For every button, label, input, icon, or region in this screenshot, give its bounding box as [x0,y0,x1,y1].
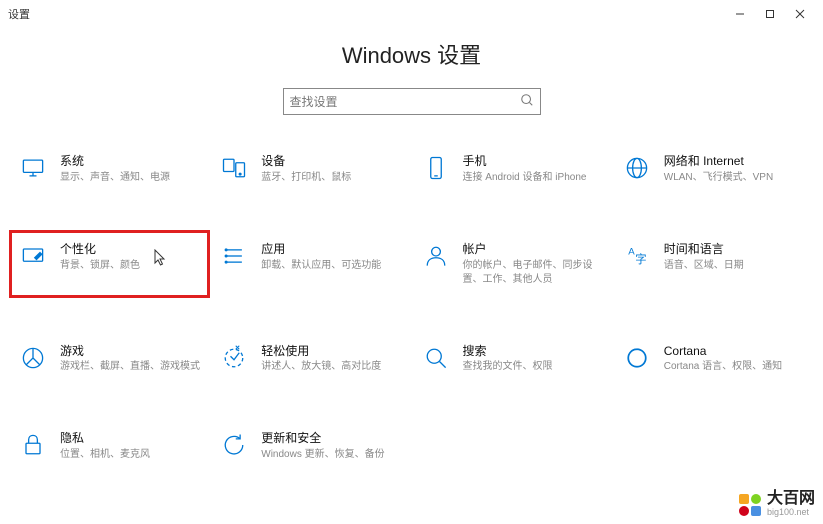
tile-title: 游戏 [60,343,200,360]
tile-search[interactable]: 搜索查找我的文件、权限 [417,337,608,381]
window-controls [725,2,815,26]
system-icon [18,153,48,183]
svg-text:A: A [628,246,635,257]
tile-desc: 位置、相机、麦克风 [60,448,150,462]
tile-desc: 背景、锁屏、颜色 [60,259,140,273]
watermark-main: 大百网 [767,491,815,507]
titlebar: 设置 [0,0,823,28]
tile-ease[interactable]: 轻松使用讲述人、放大镜、高对比度 [215,337,406,381]
search-input[interactable] [290,95,520,109]
tile-text: 帐户你的帐户、电子邮件、同步设置、工作、其他人员 [463,241,604,287]
tile-text: 隐私位置、相机、麦克风 [60,430,150,462]
time-icon: A字 [622,241,652,271]
privacy-icon [18,430,48,460]
tile-text: CortanaCortana 语言、权限、通知 [664,343,782,375]
svg-text:字: 字 [635,252,646,266]
tile-title: 隐私 [60,430,150,447]
tile-title: 时间和语言 [664,241,744,258]
tile-text: 网络和 InternetWLAN、飞行模式、VPN [664,153,773,185]
gaming-icon [18,343,48,373]
tile-privacy[interactable]: 隐私位置、相机、麦克风 [14,424,205,468]
tile-apps[interactable]: 应用卸载、默认应用、可选功能 [215,235,406,293]
tile-desc: 语音、区域、日期 [664,259,744,273]
tile-devices[interactable]: 设备蓝牙、打印机、鼠标 [215,147,406,191]
tile-cortana[interactable]: CortanaCortana 语言、权限、通知 [618,337,809,381]
network-icon [622,153,652,183]
phone-icon [421,153,451,183]
tile-title: 网络和 Internet [664,153,773,170]
page-title: Windows 设置 [0,38,823,70]
search-region [0,88,823,115]
tile-text: 时间和语言语音、区域、日期 [664,241,744,273]
watermark-logo-icon [739,494,761,516]
maximize-button[interactable] [755,2,785,26]
tile-time[interactable]: A字时间和语言语音、区域、日期 [618,235,809,293]
tile-desc: 游戏栏、截屏、直播、游戏模式 [60,360,200,374]
tile-desc: 你的帐户、电子邮件、同步设置、工作、其他人员 [463,259,604,287]
settings-grid: 系统显示、声音、通知、电源 设备蓝牙、打印机、鼠标 手机连接 Android 设备和… [0,147,823,468]
cortana-icon [622,343,652,373]
tile-title: 轻松使用 [261,343,381,360]
tile-title: 手机 [463,153,587,170]
close-button[interactable] [785,2,815,26]
tile-text: 手机连接 Android 设备和 iPhone [463,153,587,185]
tile-text: 设备蓝牙、打印机、鼠标 [261,153,351,185]
minimize-button[interactable] [725,2,755,26]
tile-text: 游戏游戏栏、截屏、直播、游戏模式 [60,343,200,375]
devices-icon [219,153,249,183]
search-icon [421,343,451,373]
tile-gaming[interactable]: 游戏游戏栏、截屏、直播、游戏模式 [14,337,205,381]
tile-text: 系统显示、声音、通知、电源 [60,153,170,185]
tile-phone[interactable]: 手机连接 Android 设备和 iPhone [417,147,608,191]
tile-text: 搜索查找我的文件、权限 [463,343,553,375]
accounts-icon [421,241,451,271]
tile-title: 帐户 [463,241,604,258]
tile-title: 更新和安全 [261,430,384,447]
page-header: Windows 设置 [0,38,823,70]
tile-title: 系统 [60,153,170,170]
personalize-icon [18,241,48,271]
tile-desc: 查找我的文件、权限 [463,360,553,374]
tile-desc: Windows 更新、恢复、备份 [261,448,384,462]
tile-desc: 显示、声音、通知、电源 [60,171,170,185]
tile-text: 个性化背景、锁屏、颜色 [60,241,140,273]
tile-accounts[interactable]: 帐户你的帐户、电子邮件、同步设置、工作、其他人员 [417,235,608,293]
apps-icon [219,241,249,271]
watermark-text: 大百网 big100.net [767,491,815,518]
tile-title: 设备 [261,153,351,170]
watermark-sub: big100.net [767,507,815,518]
ease-icon [219,343,249,373]
tile-text: 更新和安全Windows 更新、恢复、备份 [261,430,384,462]
tile-desc: WLAN、飞行模式、VPN [664,171,773,185]
tile-desc: 蓝牙、打印机、鼠标 [261,171,351,185]
tile-network[interactable]: 网络和 InternetWLAN、飞行模式、VPN [618,147,809,191]
tile-desc: 讲述人、放大镜、高对比度 [261,360,381,374]
watermark: 大百网 big100.net [739,491,815,518]
window-title: 设置 [8,6,30,22]
tile-system[interactable]: 系统显示、声音、通知、电源 [14,147,205,191]
tile-desc: Cortana 语言、权限、通知 [664,360,782,374]
tile-desc: 连接 Android 设备和 iPhone [463,171,587,185]
tile-text: 轻松使用讲述人、放大镜、高对比度 [261,343,381,375]
update-icon [219,430,249,460]
tile-title: 搜索 [463,343,553,360]
tile-text: 应用卸载、默认应用、可选功能 [261,241,381,273]
search-icon [520,93,534,110]
tile-title: 个性化 [60,241,140,258]
tile-title: Cortana [664,343,782,360]
search-box[interactable] [283,88,541,115]
tile-desc: 卸载、默认应用、可选功能 [261,259,381,273]
tile-personalize[interactable]: 个性化背景、锁屏、颜色 [14,235,205,293]
tile-update[interactable]: 更新和安全Windows 更新、恢复、备份 [215,424,406,468]
tile-title: 应用 [261,241,381,258]
